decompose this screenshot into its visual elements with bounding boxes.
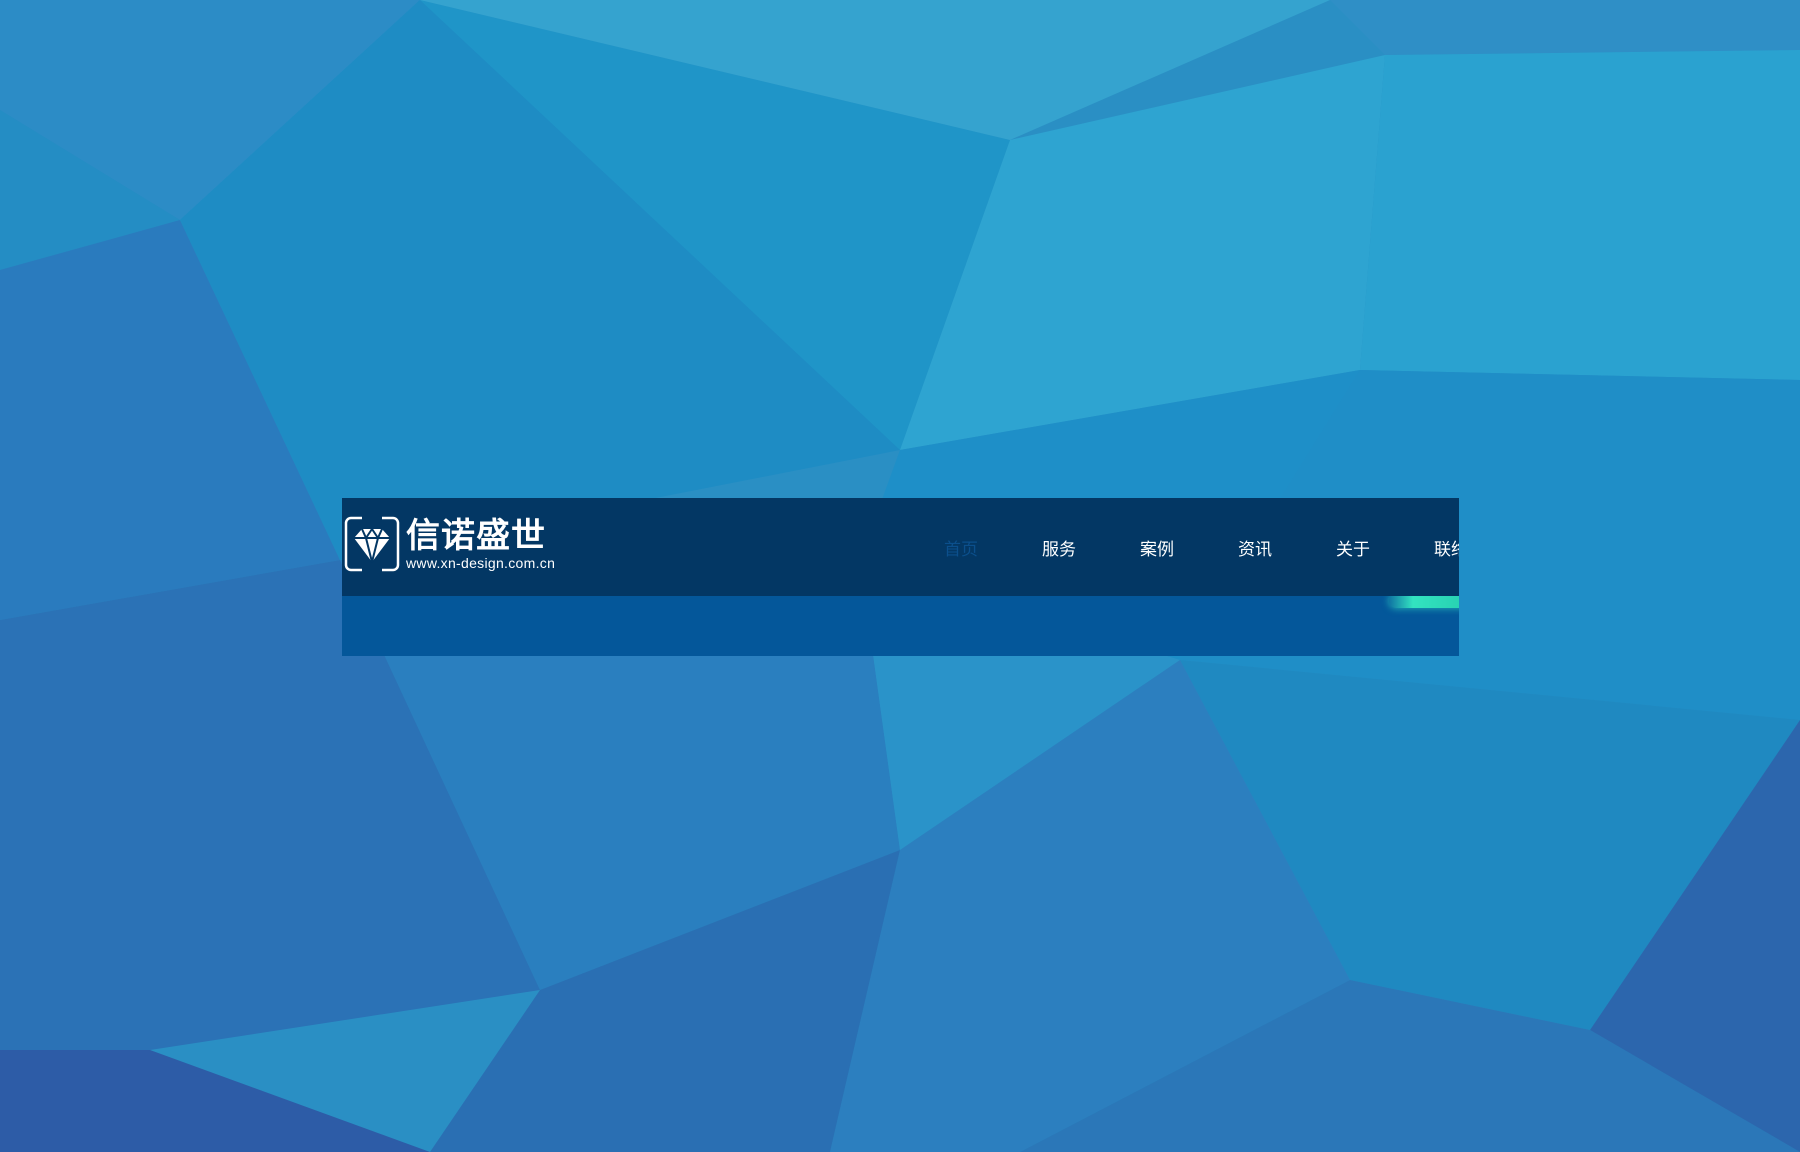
brand-name: 信诺盛世 [406,516,546,556]
hero-strip [342,596,1459,656]
site-header: 信诺盛世 www.xn-design.com.cn 首页 服务 案例 资讯 关于… [342,498,1459,596]
brand-logo[interactable]: 信诺盛世 www.xn-design.com.cn [344,514,555,574]
site-banner: 信诺盛世 www.xn-design.com.cn 首页 服务 案例 资讯 关于… [342,498,1459,656]
accent-glow [1389,596,1459,608]
nav-item-about[interactable]: 关于 [1304,535,1402,560]
main-nav: 首页 服务 案例 资讯 关于 联络 [912,498,1459,596]
nav-item-services[interactable]: 服务 [1010,535,1108,560]
nav-item-contact[interactable]: 联络 [1402,535,1459,560]
brand-url: www.xn-design.com.cn [406,555,556,571]
nav-item-home[interactable]: 首页 [912,535,1010,560]
diamond-icon [344,514,400,574]
nav-item-cases[interactable]: 案例 [1108,535,1206,560]
nav-item-news[interactable]: 资讯 [1206,535,1304,560]
